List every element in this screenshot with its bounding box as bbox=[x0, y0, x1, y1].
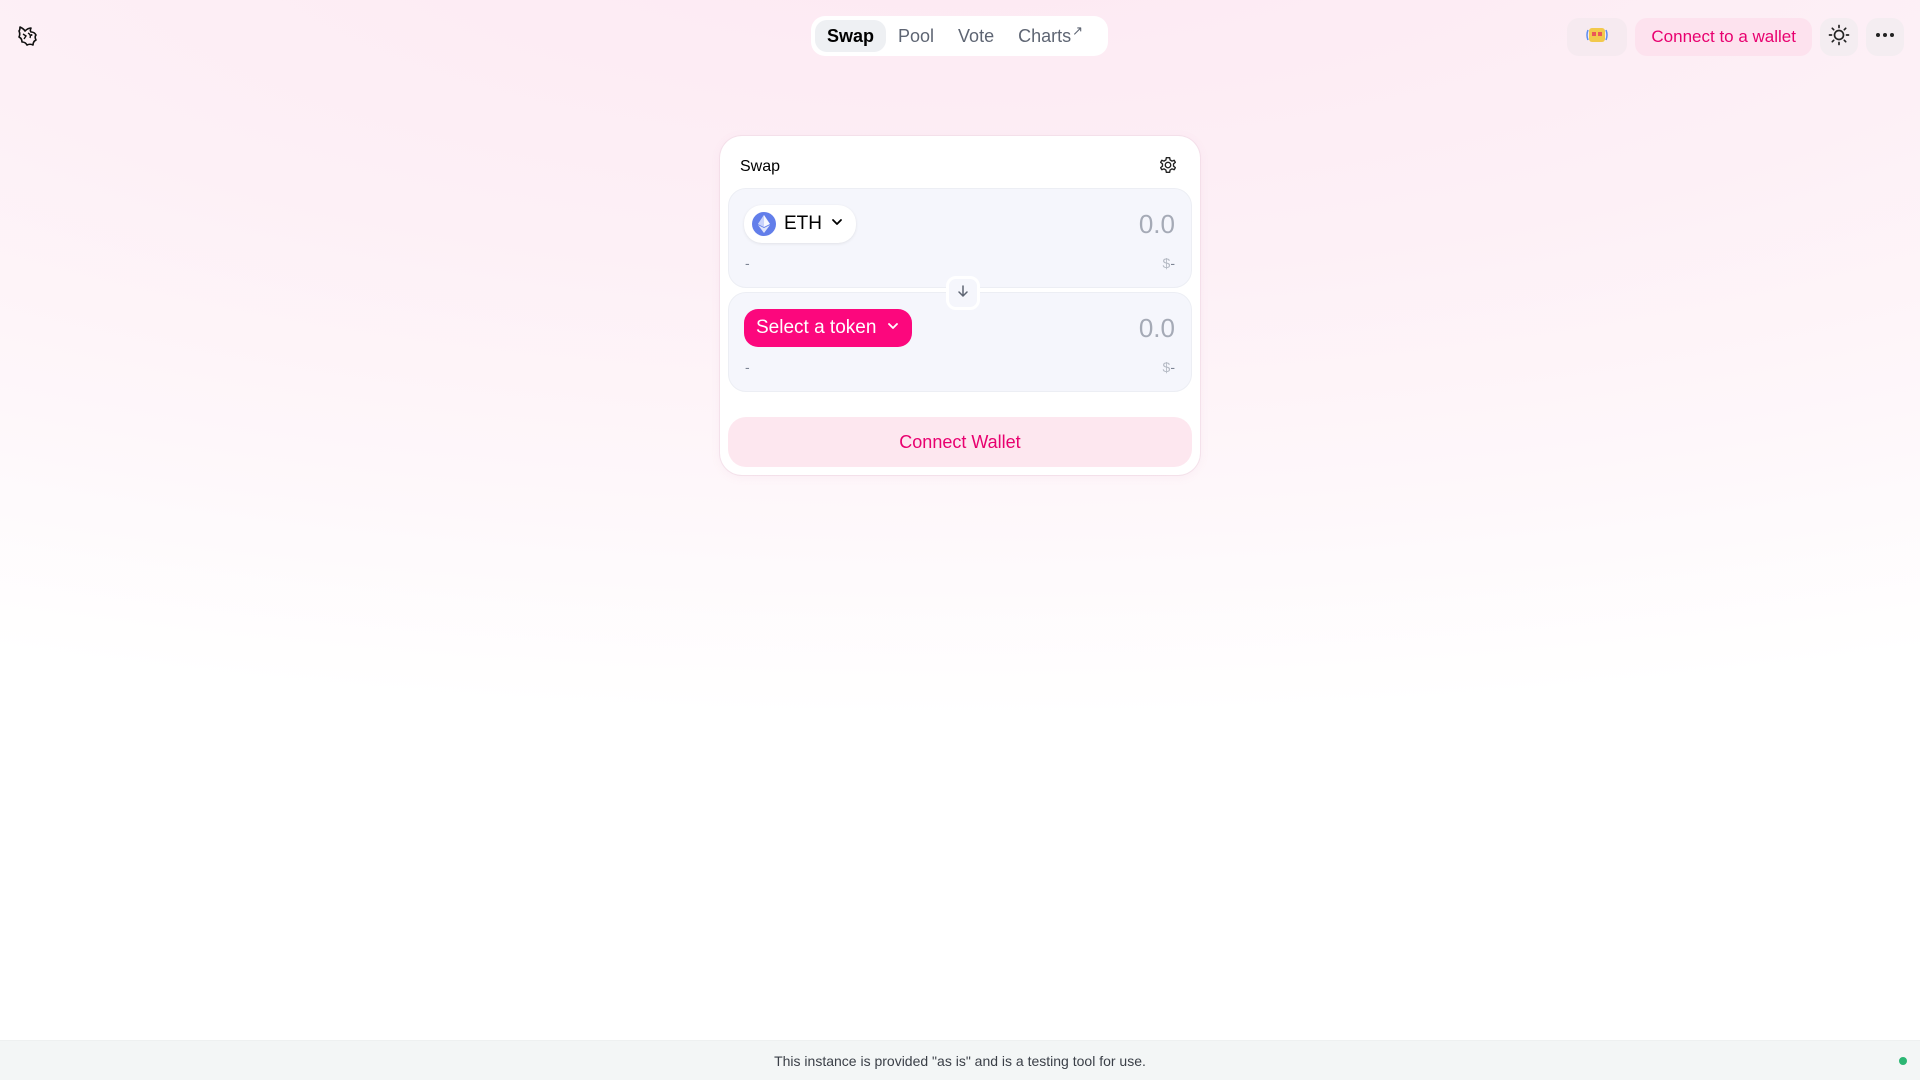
chevron-down-icon bbox=[830, 213, 844, 235]
more-dots-icon bbox=[1874, 24, 1896, 51]
select-token-label: Select a token bbox=[756, 317, 877, 338]
status-dot-icon bbox=[1899, 1057, 1907, 1065]
input-amount-field[interactable] bbox=[975, 207, 1175, 241]
input-token-symbol: ETH bbox=[784, 213, 822, 234]
uniswap-logo-icon[interactable] bbox=[14, 23, 40, 49]
main-nav: Swap Pool Vote Charts ↗ bbox=[811, 16, 1108, 56]
header-actions: Connect to a wallet bbox=[1567, 18, 1904, 56]
nav-pool-label: Pool bbox=[898, 25, 935, 46]
output-balance: - bbox=[745, 359, 750, 375]
nav-swap[interactable]: Swap bbox=[815, 20, 887, 52]
output-amount-field[interactable] bbox=[975, 311, 1175, 345]
output-token-selector[interactable]: Select a token bbox=[744, 309, 913, 347]
nav-pool[interactable]: Pool bbox=[886, 20, 946, 52]
nav-charts-label: Charts bbox=[1018, 25, 1072, 46]
swap-card-header: Swap bbox=[740, 152, 1180, 182]
input-token-panel: ETH - $- bbox=[728, 188, 1192, 288]
top-header: Swap Pool Vote Charts ↗ Connect to a wal… bbox=[0, 0, 1920, 72]
output-fiat-amount: - bbox=[1170, 359, 1175, 375]
settings-button[interactable] bbox=[1156, 155, 1180, 179]
arrow-down-icon bbox=[956, 284, 970, 303]
connect-wallet-label: Connect Wallet bbox=[899, 431, 1021, 452]
chevron-down-icon bbox=[886, 317, 900, 339]
theme-toggle-button[interactable] bbox=[1820, 18, 1858, 56]
external-link-icon: ↗ bbox=[1072, 23, 1084, 38]
more-menu-button[interactable] bbox=[1866, 18, 1904, 56]
connect-wallet-button[interactable]: Connect Wallet bbox=[728, 417, 1192, 467]
connect-to-wallet-label: Connect to a wallet bbox=[1651, 27, 1796, 46]
footer-text: This instance is provided "as is" and is… bbox=[774, 1052, 1146, 1069]
switch-tokens-button[interactable] bbox=[946, 276, 980, 310]
nav-vote-label: Vote bbox=[958, 25, 995, 46]
input-fiat-value: $- bbox=[1163, 255, 1175, 271]
nav-vote[interactable]: Vote bbox=[946, 20, 1006, 52]
output-fiat-value: $- bbox=[1163, 359, 1175, 375]
input-fiat-amount: - bbox=[1170, 255, 1175, 271]
nav-swap-label: Swap bbox=[827, 25, 875, 46]
swap-title: Swap bbox=[740, 158, 781, 175]
eth-icon bbox=[752, 212, 776, 236]
input-balance: - bbox=[745, 255, 750, 271]
footer-banner: This instance is provided "as is" and is… bbox=[0, 1040, 1920, 1080]
gear-icon bbox=[1157, 154, 1179, 181]
nav-charts[interactable]: Charts ↗ bbox=[1006, 20, 1095, 52]
connect-to-wallet-button[interactable]: Connect to a wallet bbox=[1635, 18, 1812, 56]
network-icon bbox=[1586, 24, 1609, 51]
sun-icon bbox=[1828, 24, 1850, 51]
network-selector-button[interactable] bbox=[1567, 18, 1628, 56]
input-token-selector[interactable]: ETH bbox=[744, 205, 856, 243]
